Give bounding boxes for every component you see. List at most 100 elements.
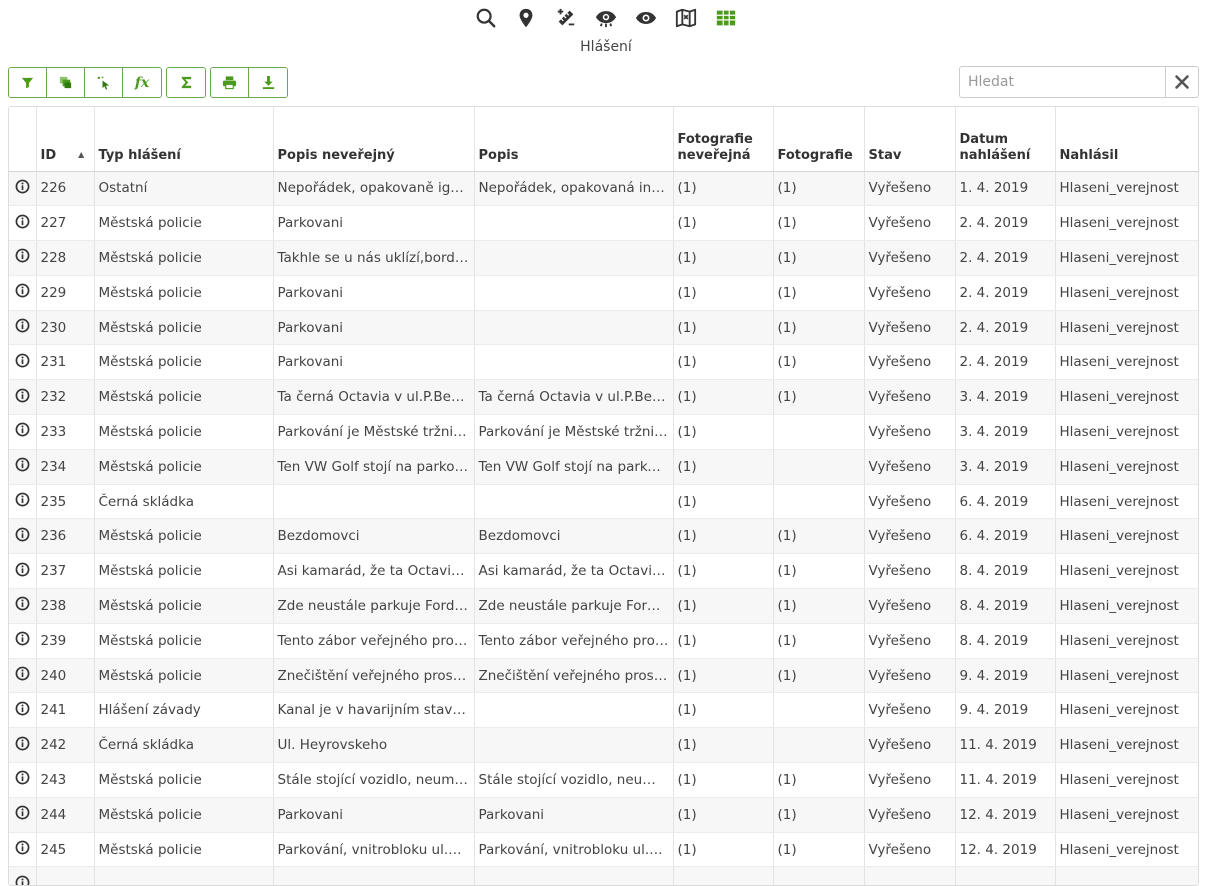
info-icon[interactable] (15, 318, 30, 333)
grid-toolbar: fx (8, 67, 288, 98)
table-row[interactable]: 234 Městská policie Ten VW Golf stojí na p… (9, 449, 1198, 485)
info-icon[interactable] (15, 388, 30, 403)
column-header-reporter[interactable]: Nahlásil (1055, 107, 1198, 172)
toolbar-group-export (210, 67, 288, 98)
measure-icon[interactable] (546, 0, 586, 36)
table-icon[interactable] (706, 0, 746, 36)
info-icon[interactable] (15, 596, 30, 611)
select-button[interactable] (85, 68, 123, 97)
map-icon[interactable] (666, 0, 706, 36)
private-description-cell (273, 866, 475, 885)
column-header-date[interactable]: Datum nahlášení (955, 107, 1056, 172)
download-button[interactable] (249, 68, 287, 97)
info-icon[interactable] (15, 666, 30, 681)
info-icon[interactable] (15, 283, 30, 298)
reporter-cell: Hlaseni_verejnost (1055, 588, 1198, 624)
info-icon[interactable] (15, 214, 30, 229)
photo-cell (773, 449, 865, 485)
search-icon[interactable] (466, 0, 506, 36)
reporter-cell: Hlaseni_verejnost (1055, 832, 1198, 868)
info-icon[interactable] (15, 805, 30, 820)
reporter-cell: Hlaseni_verejnost (1055, 762, 1198, 798)
formula-button[interactable]: fx (123, 68, 161, 97)
type-cell: Městská policie (94, 762, 274, 798)
table-row[interactable]: 235 Černá skládka (1) Vyřešeno 6. 4. 2019 Hla… (9, 484, 1198, 520)
table-row[interactable]: 243 Městská policie Stále stojící vozidlo,… (9, 762, 1198, 798)
info-icon[interactable] (15, 457, 30, 472)
column-header-type[interactable]: Typ hlášení (94, 107, 274, 172)
reporter-cell: Hlaseni_verejnost (1055, 518, 1198, 555)
info-icon[interactable] (15, 353, 30, 368)
info-icon[interactable] (15, 179, 30, 194)
column-header-private-photo[interactable]: Fotografie neveřejná (673, 107, 774, 172)
column-header-info (9, 107, 37, 172)
info-icon[interactable] (15, 840, 30, 855)
status-cell: Vyřešeno (864, 797, 956, 833)
status-cell: Vyřešeno (864, 588, 956, 624)
type-cell: Městská policie (94, 240, 274, 276)
column-header-id[interactable]: ID ▲ (36, 107, 95, 172)
table-row[interactable]: 236 Městská policie Bezdomovci Bezdomovci (1… (9, 518, 1198, 555)
id-cell: 239 (36, 623, 95, 659)
info-icon[interactable] (15, 527, 30, 542)
table-row[interactable]: 230 Městská policie Parkovani (1) (1) Vyřešen… (9, 310, 1198, 346)
clear-search-button[interactable] (1165, 67, 1198, 97)
table-row[interactable]: 233 Městská policie Parkování je Městské t… (9, 414, 1198, 450)
layers-button[interactable] (47, 68, 85, 97)
description-cell: Tento zábor veřejného prostranství (474, 623, 674, 659)
date-cell: 1. 4. 2019 (955, 171, 1056, 207)
description-cell (474, 205, 674, 242)
table-row[interactable]: 240 Městská policie Znečištění veřejného p… (9, 658, 1198, 694)
status-cell: Vyřešeno (864, 553, 956, 590)
table-row[interactable]: 226OstatníNepořádek, opakovaně ignorovan… (9, 171, 1198, 207)
table-row[interactable]: 231 Městská policie Parkovani (1) (1) Vyřešen… (9, 344, 1198, 381)
column-header-description[interactable]: Popis (474, 107, 674, 172)
table-row[interactable]: 239 Městská policie Tento zábor veřejného … (9, 623, 1198, 659)
info-icon[interactable] (15, 770, 30, 785)
info-icon[interactable] (15, 875, 30, 886)
private-description-cell: Asi kamarád, že ta Octavia stojí (273, 553, 475, 590)
private-photo-cell: (1) (673, 762, 774, 798)
private-photo-cell: (1) (673, 205, 774, 242)
type-cell: Městská policie (94, 449, 274, 485)
eye-icon[interactable] (626, 0, 666, 36)
status-cell: Vyřešeno (864, 205, 956, 242)
description-cell: Zde neustále parkuje Ford, který (474, 588, 674, 624)
filter-button[interactable] (9, 68, 47, 97)
search-input[interactable] (960, 67, 1165, 97)
date-cell (955, 866, 1056, 885)
search-box (959, 66, 1199, 98)
photo-cell (773, 866, 865, 885)
info-icon[interactable] (15, 736, 30, 751)
table-row[interactable]: 229 Městská policie Parkovani (1) (1) Vyřešen… (9, 275, 1198, 311)
info-icon[interactable] (15, 422, 30, 437)
info-icon[interactable] (15, 248, 30, 263)
info-icon[interactable] (15, 631, 30, 646)
info-icon[interactable] (15, 562, 30, 577)
column-header-photo[interactable]: Fotografie (773, 107, 865, 172)
table-row[interactable]: 242 Černá skládka Ul. Heyrovskeho (1) Vyřeše… (9, 727, 1198, 764)
info-icon[interactable] (15, 492, 30, 507)
photo-cell: (1) (773, 832, 865, 868)
map-marker-icon[interactable] (506, 0, 546, 36)
table-row[interactable]: 245 Městská policie Parkování, vnitrobloku… (9, 832, 1198, 868)
eye-settings-icon[interactable] (586, 0, 626, 36)
column-header-status[interactable]: Stav (864, 107, 956, 172)
table-row[interactable]: 232 Městská policie Ta černá Octavia v ul.… (9, 379, 1198, 416)
column-header-label: ID (40, 147, 57, 163)
info-icon[interactable] (15, 701, 30, 716)
status-cell: Vyřešeno (864, 414, 956, 450)
table-row[interactable]: 227 Městská policie Parkovani (1) (1) Vyřešen… (9, 205, 1198, 242)
table-row[interactable]: 244 Městská policie Parkovani Parkovani (1)(… (9, 797, 1198, 833)
table-row[interactable]: 228 Městská policie Takhle se u nás uklízí… (9, 240, 1198, 276)
description-cell: Stále stojící vozidlo, neumíte s tím (474, 762, 674, 798)
table-row[interactable]: 241 Hlášení závady Kanal je v havarijním s… (9, 692, 1198, 729)
table-row[interactable]: 238 Městská policie Zde neustále parkuje F… (9, 588, 1198, 624)
table-row[interactable]: 237 Městská policie Asi kamarád, že ta Oct… (9, 553, 1198, 590)
table-row[interactable] (9, 866, 1198, 886)
date-cell: 3. 4. 2019 (955, 414, 1056, 450)
sum-button[interactable] (167, 68, 205, 97)
info-cell (9, 553, 37, 590)
column-header-private-description[interactable]: Popis neveřejný (273, 107, 475, 172)
print-button[interactable] (211, 68, 249, 97)
